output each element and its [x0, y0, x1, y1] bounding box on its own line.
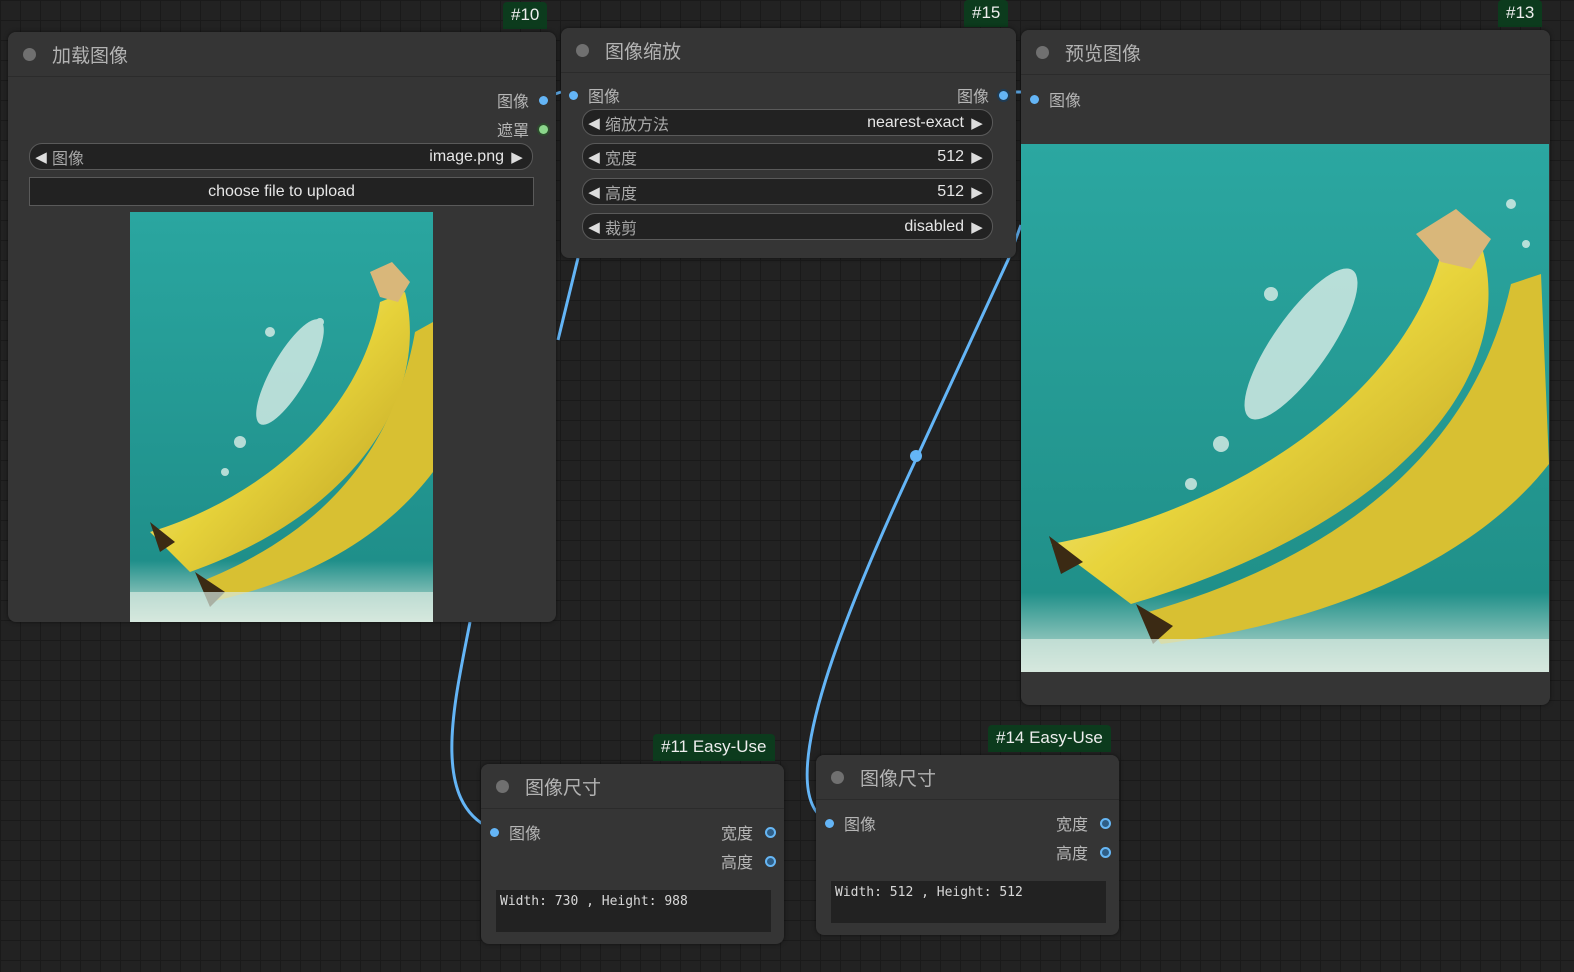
widget-value: image.png — [429, 147, 504, 165]
output-slot-width[interactable]: 宽度 — [721, 820, 776, 844]
input-connector[interactable] — [1030, 94, 1039, 104]
decrement-arrow-icon[interactable]: ◀ — [583, 218, 605, 236]
node-header[interactable]: 图像尺寸 — [481, 764, 784, 809]
load-image-node[interactable]: 加载图像 图像 遮罩 ◀ 图像 image.png ▶ choose file … — [8, 32, 556, 622]
output-connector[interactable] — [765, 855, 776, 867]
width-widget[interactable]: ◀ 宽度 512 ▶ — [582, 143, 993, 170]
output-connector[interactable] — [1100, 846, 1111, 858]
output-connector[interactable] — [765, 826, 776, 838]
node-title: 预览图像 — [1065, 42, 1142, 65]
link-load-to-scale-lower — [556, 257, 580, 341]
image-size-node-14[interactable]: 图像尺寸 图像 宽度 高度 Width: 512 , Height: 512 — [816, 755, 1119, 935]
increment-arrow-icon[interactable]: ▶ — [506, 148, 528, 166]
widget-value: disabled — [904, 217, 964, 235]
image-combo-widget[interactable]: ◀ 图像 image.png ▶ — [29, 143, 533, 170]
image-preview — [1021, 144, 1549, 672]
increment-arrow-icon[interactable]: ▶ — [966, 114, 988, 132]
input-slot-image[interactable]: 图像 — [490, 820, 541, 844]
collapse-toggle[interactable] — [831, 770, 844, 784]
output-slot-image[interactable]: 图像 — [497, 88, 548, 112]
decrement-arrow-icon[interactable]: ◀ — [583, 183, 605, 201]
node-header[interactable]: 加载图像 — [8, 32, 556, 77]
node-id-badge-15: #15 — [964, 0, 1009, 27]
input-slot-image[interactable]: 图像 — [825, 811, 876, 835]
output-slot-height[interactable]: 高度 — [1056, 840, 1111, 864]
upscale-method-widget[interactable]: ◀ 缩放方法 nearest-exact ▶ — [582, 109, 993, 136]
output-slot-width[interactable]: 宽度 — [1056, 811, 1111, 835]
node-title: 图像尺寸 — [860, 767, 937, 790]
slot-label: 图像 — [509, 824, 542, 843]
image-size-node-11[interactable]: 图像尺寸 图像 宽度 高度 Width: 730 , Height: 988 — [481, 764, 784, 944]
widget-label: 图像 — [52, 148, 85, 168]
node-title: 加载图像 — [52, 44, 129, 67]
widget-label: 高度 — [605, 183, 638, 203]
node-header[interactable]: 图像缩放 — [561, 28, 1016, 73]
link-midpoint-handle — [910, 450, 922, 462]
input-connector[interactable] — [825, 818, 834, 828]
output-connector[interactable] — [539, 95, 548, 105]
slot-label: 图像 — [1049, 91, 1082, 110]
image-scale-node[interactable]: 图像缩放 图像 图像 ◀ 缩放方法 nearest-exact ▶ ◀ 宽度 5… — [561, 28, 1016, 258]
collapse-toggle[interactable] — [576, 43, 589, 57]
node-id-badge-14: #14 Easy-Use — [988, 725, 1111, 752]
widget-value: nearest-exact — [867, 113, 964, 131]
output-slot-mask[interactable]: 遮罩 — [497, 117, 548, 141]
increment-arrow-icon[interactable]: ▶ — [966, 183, 988, 201]
widget-label: 裁剪 — [605, 218, 638, 238]
height-widget[interactable]: ◀ 高度 512 ▶ — [582, 178, 993, 205]
node-id-badge-10: #10 — [503, 2, 548, 29]
crop-widget[interactable]: ◀ 裁剪 disabled ▶ — [582, 213, 993, 240]
increment-arrow-icon[interactable]: ▶ — [966, 148, 988, 166]
image-preview — [130, 212, 433, 622]
slot-label: 宽度 — [720, 824, 753, 843]
slot-label: 图像 — [844, 815, 877, 834]
input-slot-image[interactable]: 图像 — [569, 83, 620, 107]
slot-label: 图像 — [588, 87, 621, 106]
slot-label: 宽度 — [1055, 815, 1088, 834]
input-connector[interactable] — [490, 827, 499, 837]
widget-label: 宽度 — [605, 148, 638, 168]
node-title: 图像尺寸 — [525, 776, 602, 799]
widget-label: 缩放方法 — [605, 114, 670, 134]
decrement-arrow-icon[interactable]: ◀ — [583, 114, 605, 132]
output-slot-image[interactable]: 图像 — [957, 83, 1008, 107]
collapse-toggle[interactable] — [496, 779, 509, 793]
input-slot-image[interactable]: 图像 — [1030, 87, 1081, 111]
slot-label: 遮罩 — [496, 121, 529, 140]
slot-label: 图像 — [496, 92, 529, 111]
widget-value: 512 — [937, 147, 964, 165]
increment-arrow-icon[interactable]: ▶ — [966, 218, 988, 236]
banana-image — [1021, 144, 1549, 672]
collapse-toggle[interactable] — [1036, 45, 1049, 59]
node-id-badge-11: #11 Easy-Use — [653, 734, 775, 761]
slot-label: 高度 — [1055, 844, 1088, 863]
collapse-toggle[interactable] — [23, 47, 36, 61]
size-display-text[interactable]: Width: 512 , Height: 512 — [831, 881, 1106, 923]
output-slot-height[interactable]: 高度 — [721, 849, 776, 873]
slot-label: 高度 — [720, 853, 753, 872]
output-connector[interactable] — [999, 90, 1008, 100]
decrement-arrow-icon[interactable]: ◀ — [30, 148, 52, 166]
node-header[interactable]: 预览图像 — [1021, 30, 1550, 75]
node-title: 图像缩放 — [605, 40, 682, 63]
size-display-text[interactable]: Width: 730 , Height: 988 — [496, 890, 771, 932]
slot-label: 图像 — [956, 87, 989, 106]
node-id-badge-13: #13 — [1498, 0, 1543, 27]
widget-value: 512 — [937, 182, 964, 200]
input-connector[interactable] — [569, 90, 578, 100]
output-connector[interactable] — [539, 124, 548, 134]
preview-image-node[interactable]: 预览图像 图像 — [1021, 30, 1550, 705]
upload-file-button[interactable]: choose file to upload — [29, 177, 534, 206]
banana-image — [130, 212, 433, 622]
decrement-arrow-icon[interactable]: ◀ — [583, 148, 605, 166]
node-header[interactable]: 图像尺寸 — [816, 755, 1119, 800]
output-connector[interactable] — [1100, 817, 1111, 829]
